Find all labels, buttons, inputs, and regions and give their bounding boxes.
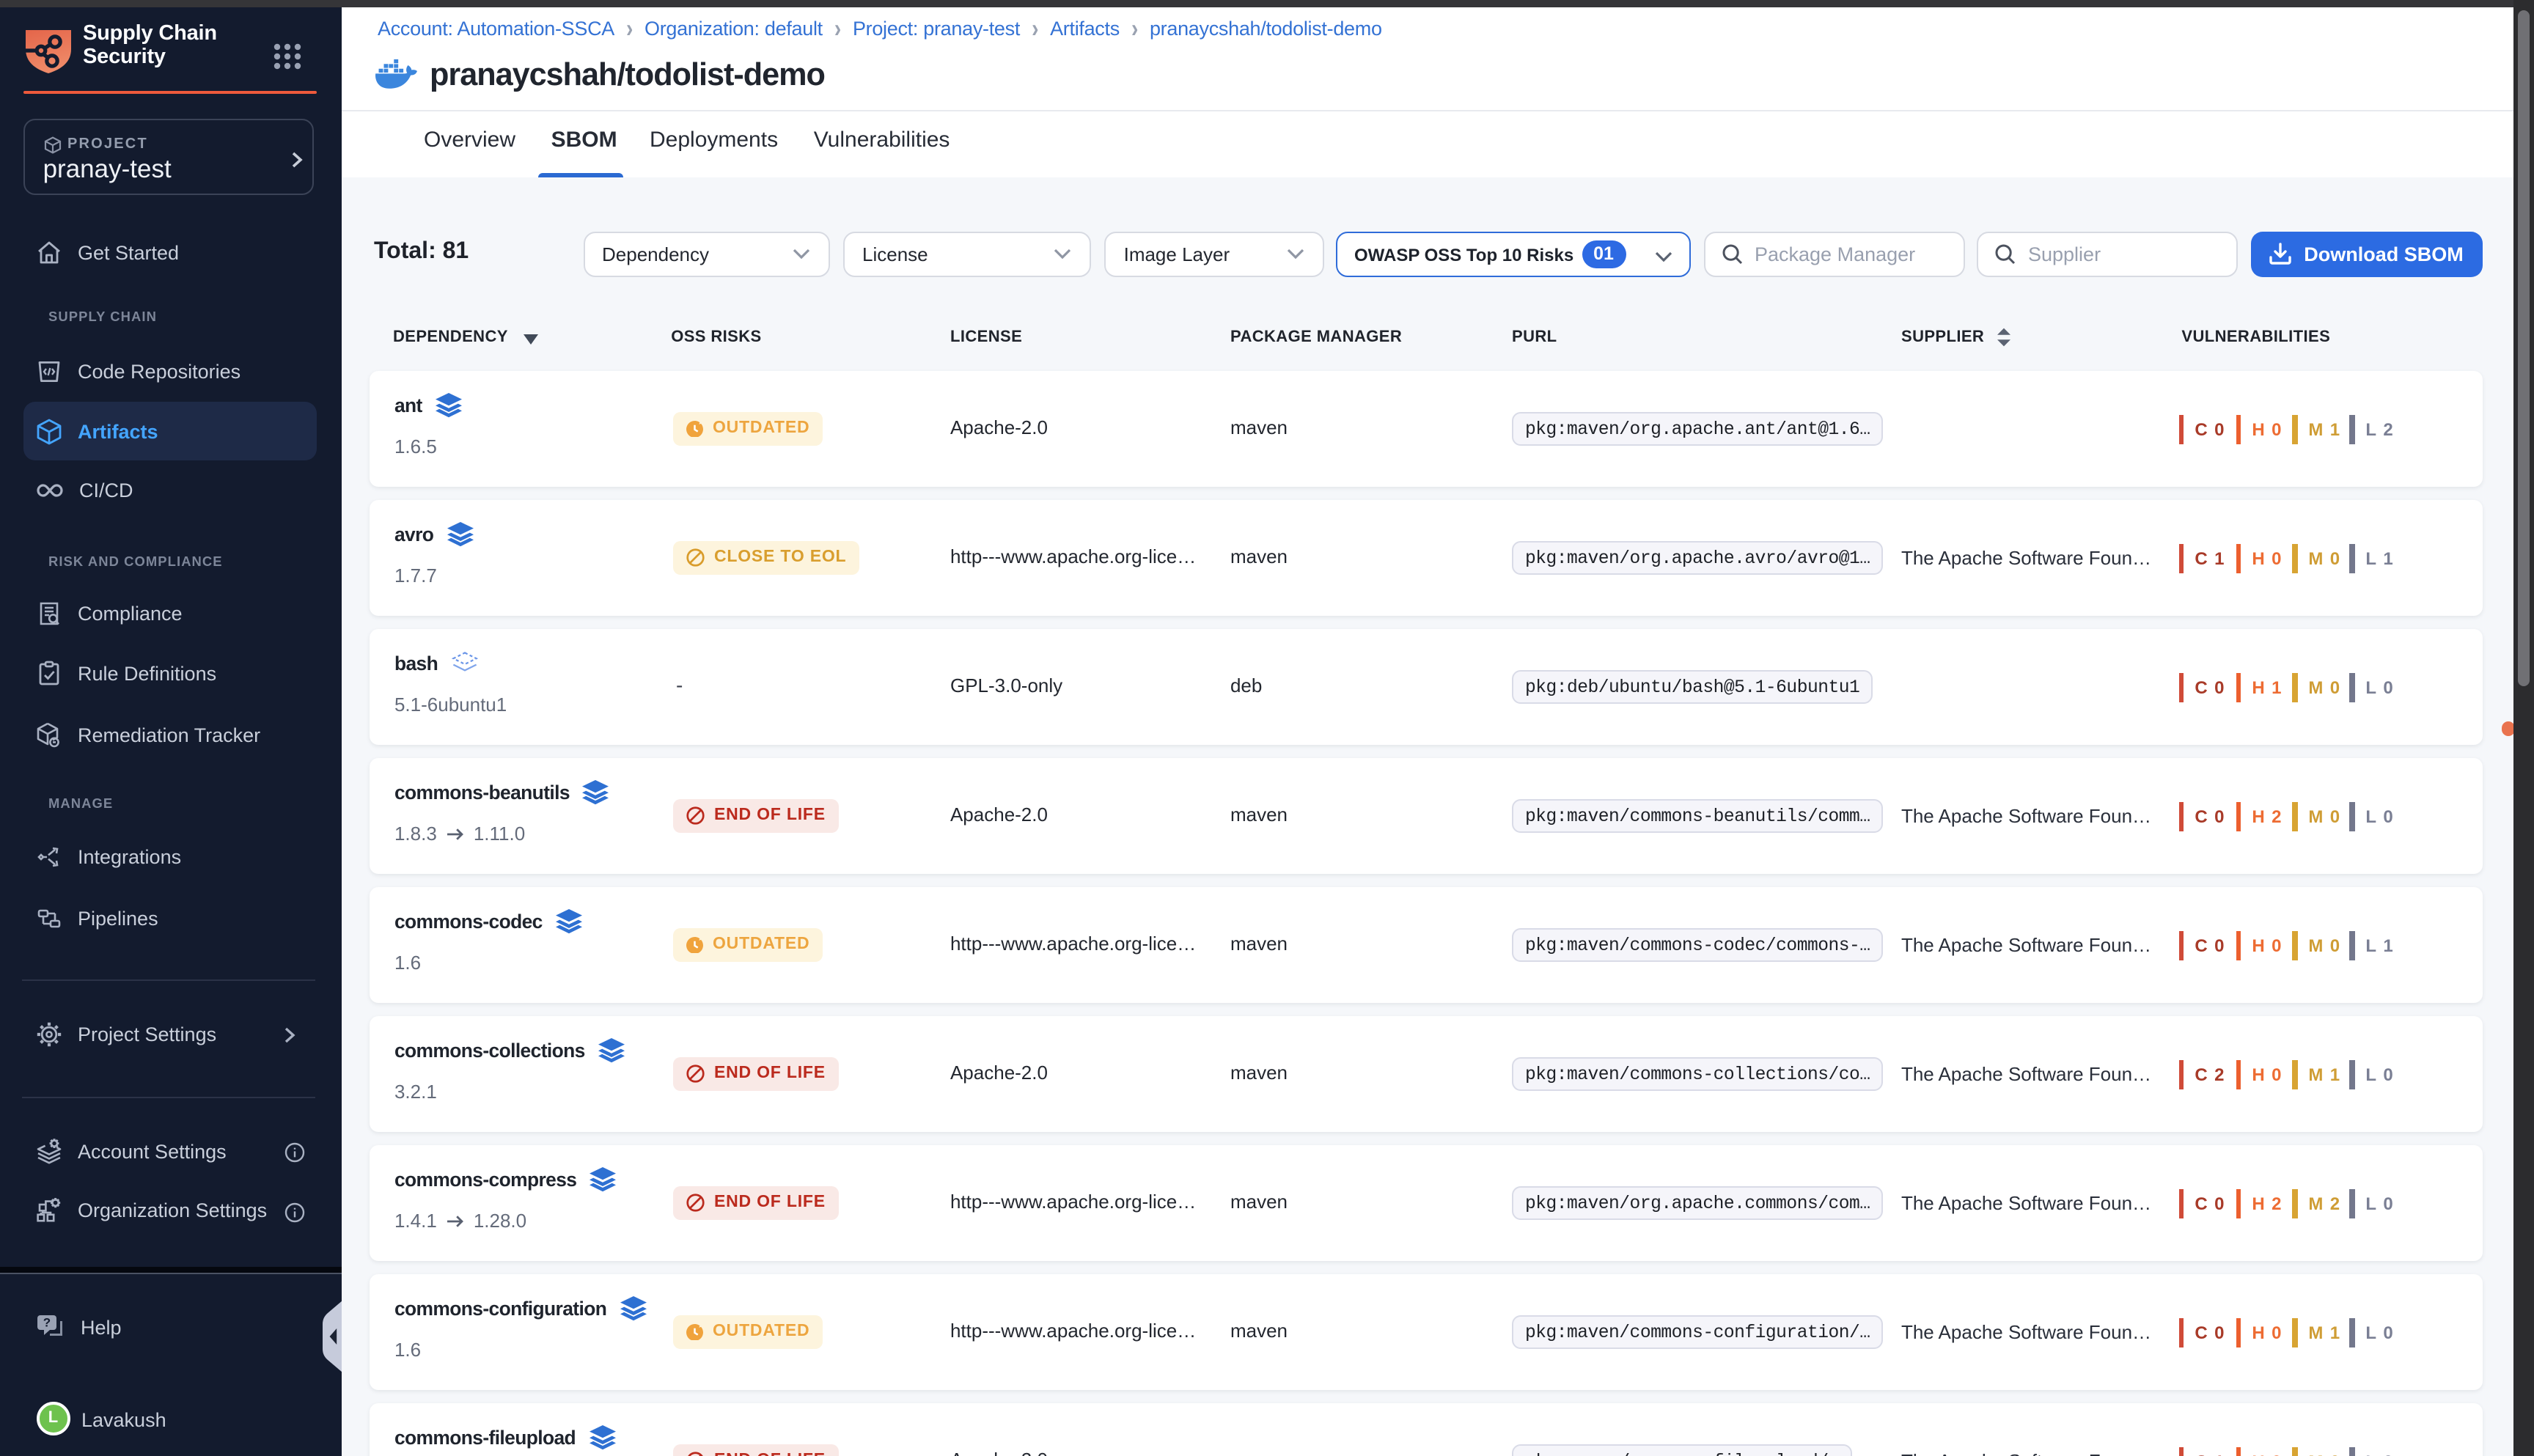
svg-text:?: ? xyxy=(43,1316,51,1330)
